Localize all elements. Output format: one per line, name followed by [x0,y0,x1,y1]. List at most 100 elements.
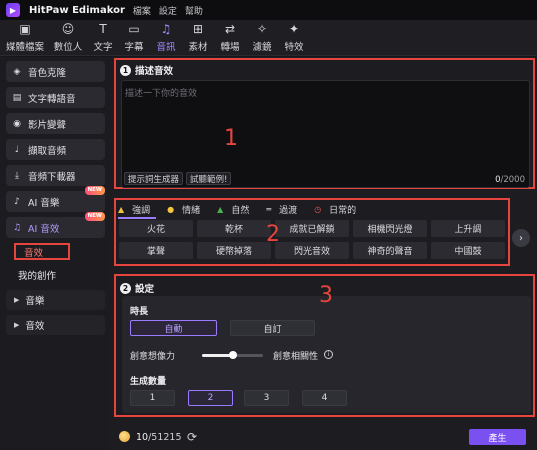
relevance-label: 創意相關性 [273,352,319,362]
sound-chip[interactable]: 閃光音效 [275,242,349,259]
sound-chip[interactable]: 火花 [119,220,193,237]
step-badge: 2 [120,282,131,294]
audio-sidebar: ◈ 音色克隆 ▤ 文字轉語音 ◉ 影片變聲 ♩ 擷取音頻 ⤓ 音頻下載器 ♪ AI 音樂 NE… [0,57,110,450]
describe-title: 描述音效 [135,66,174,77]
tab-emphasis[interactable]: ▲ 強調 [118,203,157,219]
tool-avatar[interactable]: ☺ 數位人 [52,20,84,55]
sub-item-my-creations[interactable]: 我的創作 [6,266,105,284]
transition-icon: ⇄ [224,21,236,36]
tool-effects-label: 特效 [284,41,304,53]
tab-daily[interactable]: ◷ 日常的 [314,203,356,216]
filter-icon: ✧ [256,21,268,36]
info-icon[interactable]: i [324,350,333,359]
subtitle-icon: ▭ [128,21,140,36]
avatar-icon: ☺ [61,21,75,36]
describe-header: 1 描述音效 [120,63,173,77]
sidebar-item-extract-audio[interactable]: ♩ 擷取音頻 [6,139,105,160]
sound-chip[interactable]: 成就已解鎖 [275,220,349,237]
tab-label: 強調 [132,205,151,216]
coin-icon [119,431,130,442]
folder-label: 音樂 [25,296,45,307]
sound-chip[interactable]: 神奇的聲音 [353,242,427,259]
menu-settings[interactable]: 設定 [159,4,177,17]
tab-emotion[interactable]: ● 情緒 [167,203,200,216]
tool-effects[interactable]: ✦ 特效 [282,20,306,55]
sub-item-sound-effect[interactable]: 音效 [14,243,70,260]
app-logo-icon: ▶ [6,3,20,17]
sidebar-item-ai-sound-effect[interactable]: ♫ AI 音效 NEW [6,212,105,238]
sidebar-item-label: 影片變聲 [28,119,67,131]
tool-audio-label: 音訊 [156,41,176,53]
tool-audio[interactable]: ♫ 音訊 [154,20,178,55]
tab-transition[interactable]: ═ 過渡 [266,203,297,216]
duration-custom-option[interactable]: 自訂 [230,320,315,336]
tool-text[interactable]: T 文字 [92,20,114,55]
folder-music[interactable]: ▶ 音樂 [6,290,105,310]
sidebar-item-label: AI 音效 [28,223,60,235]
description-textarea[interactable]: 描述一下你的音效 提示詞生成器 試聽範例! 0/2000 [121,80,530,188]
settings-title: 設定 [135,284,155,295]
tab-nature[interactable]: ▲ 自然 [217,203,249,216]
new-badge: NEW [84,186,105,195]
listen-example-button[interactable]: 試聽範例! [186,172,232,185]
text-to-speech-icon: ▤ [12,92,22,103]
assets-icon: ⊞ [192,21,204,36]
generate-button[interactable]: 產生 [469,429,526,445]
tool-avatar-label: 數位人 [53,41,83,53]
folder-sound-effect[interactable]: ▶ 音效 [6,315,105,335]
ai-music-icon: ♪ [14,196,20,207]
chevron-right-icon[interactable]: › [512,229,530,247]
emphasis-icon: ▲ [118,204,125,214]
app-name: HitPaw Edimakor [29,4,125,16]
tool-assets[interactable]: ⊞ 素材 [186,20,210,55]
menu-help[interactable]: 幫助 [185,4,203,17]
sidebar-item-label: AI 音樂 [28,197,60,209]
step-badge: 1 [120,64,131,76]
sound-chip[interactable]: 掌聲 [119,242,193,259]
refresh-icon[interactable]: ⟳ [187,430,197,444]
microphone-icon: ♩ [14,144,20,155]
media-icon: ▣ [19,21,31,36]
slider-fill [202,354,233,357]
menu-file[interactable]: 檔案 [133,4,151,17]
voice-changer-icon: ◉ [13,118,21,129]
category-tabs: ▲ 強調 ● 情緒 ▲ 自然 ═ 過渡 ◷ 日常的 [118,202,373,219]
sidebar-item-audio-downloader[interactable]: ⤓ 音頻下載器 [6,165,105,186]
count-option-2[interactable]: 2 [188,390,233,406]
sidebar-item-ai-music[interactable]: ♪ AI 音樂 NEW [6,186,105,212]
transition-icon: ═ [266,204,272,214]
creativity-slider[interactable] [202,351,263,359]
sidebar-item-voice-clone[interactable]: ◈ 音色克隆 [6,61,105,82]
voice-clone-icon: ◈ [13,66,21,77]
sound-chip[interactable]: 乾杯 [197,220,271,237]
main-panel: 1 描述音效 描述一下你的音效 提示詞生成器 試聽範例! 0/2000 1 ▲ 強… [110,57,537,450]
sound-chip[interactable]: 中國鼓 [431,242,505,259]
tool-transition[interactable]: ⇄ 轉場 [218,20,242,55]
sound-chip[interactable]: 硬幣掉落 [197,242,271,259]
count-option-4[interactable]: 4 [302,390,347,406]
sound-chip[interactable]: 上升調 [431,220,505,237]
tool-subtitle[interactable]: ▭ 字幕 [122,20,146,55]
tool-media[interactable]: ▣ 媒體檔案 [6,20,44,55]
ai-sound-effect-icon: ♫ [12,222,22,233]
duration-auto-option[interactable]: 自動 [130,320,217,336]
clock-icon: ◷ [314,204,322,214]
count-option-3[interactable]: 3 [244,390,289,406]
slider-thumb[interactable] [228,351,237,359]
sound-chip-grid: 火花 乾杯 成就已解鎖 相機閃光燈 上升調 掌聲 硬幣掉落 閃光音效 神奇的聲音… [119,220,509,259]
char-counter: 0/2000 [495,175,525,185]
tool-filter[interactable]: ✧ 濾鏡 [250,20,274,55]
annotation-number: 3 [319,283,333,308]
title-bar: ▶ HitPaw Edimakor 檔案 設定 幫助 [0,0,537,20]
text-icon: T [99,21,107,36]
prompt-generator-button[interactable]: 提示詞生成器 [124,172,184,185]
settings-panel: 時長 自動 自訂 創意想像力 創意相關性 i 生成數量 1 2 3 4 [122,296,531,413]
credits-current: 10 [136,432,149,443]
sidebar-item-label: 音頻下載器 [28,171,76,183]
sound-chip[interactable]: 相機閃光燈 [353,220,427,237]
sidebar-item-voice-changer[interactable]: ◉ 影片變聲 [6,113,105,134]
count-label: 生成數量 [130,377,167,387]
new-badge: NEW [84,212,105,221]
count-option-1[interactable]: 1 [130,390,175,406]
sidebar-item-text-to-speech[interactable]: ▤ 文字轉語音 [6,87,105,108]
